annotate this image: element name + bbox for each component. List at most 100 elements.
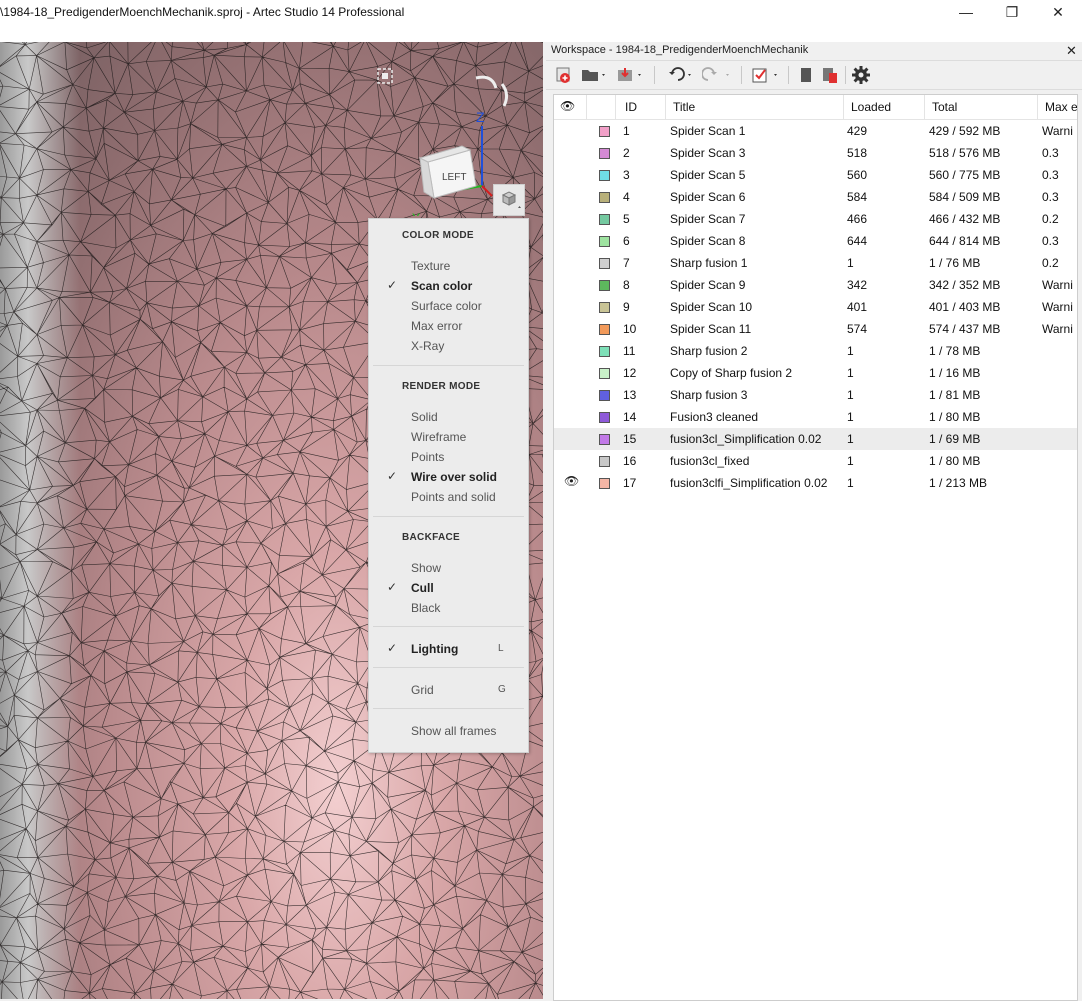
- table-row[interactable]: 6 Spider Scan 8 644 644 / 814 MB 0.3: [554, 230, 1077, 252]
- menu-item-lighting[interactable]: ✓ Lighting L: [369, 639, 528, 659]
- scans-table: 👁 ID Title Loaded Total Max e 1 Spider Sc…: [553, 94, 1078, 1001]
- menu-item-label: X-Ray: [411, 339, 445, 353]
- table-row[interactable]: 1 Spider Scan 1 429 429 / 592 MB Warni: [554, 120, 1077, 142]
- cell-loaded: 584: [847, 190, 868, 204]
- color-swatch[interactable]: [599, 302, 610, 313]
- menu-item-x-ray[interactable]: X-Ray: [369, 336, 528, 356]
- close-window-button[interactable]: ✕: [1035, 2, 1081, 24]
- cell-title: Sharp fusion 2: [670, 344, 748, 358]
- color-swatch[interactable]: [599, 126, 610, 137]
- color-swatch[interactable]: [599, 368, 610, 379]
- color-swatch[interactable]: [599, 192, 610, 203]
- axis-z-label: Z: [476, 109, 485, 125]
- menu-item-scan-color[interactable]: ✓ Scan color: [369, 276, 528, 296]
- maximize-button[interactable]: ❐: [989, 2, 1035, 24]
- table-row[interactable]: 2 Spider Scan 3 518 518 / 576 MB 0.3: [554, 142, 1077, 164]
- table-row[interactable]: 👁 17 fusion3clfi_Simplification 0.02 1 1 / 2…: [554, 472, 1077, 494]
- menu-item-solid[interactable]: Solid: [369, 407, 528, 427]
- cell-id: 15: [623, 432, 637, 446]
- menu-item-texture[interactable]: Texture: [369, 256, 528, 276]
- workspace-close-button[interactable]: ✕: [1066, 43, 1077, 59]
- table-row[interactable]: 9 Spider Scan 10 401 401 / 403 MB Warni: [554, 296, 1077, 318]
- rotate-arrows-icon[interactable]: [475, 75, 509, 107]
- column-header-title[interactable]: Title: [673, 100, 695, 114]
- color-swatch[interactable]: [599, 434, 610, 445]
- cell-id: 10: [623, 322, 637, 336]
- column-header-total[interactable]: Total: [932, 100, 957, 114]
- cube-face-label: LEFT: [442, 172, 466, 183]
- add-icon[interactable]: [555, 65, 573, 85]
- cell-max-error: 0.3: [1042, 234, 1059, 248]
- delete-icon[interactable]: [820, 65, 840, 85]
- copy-icon[interactable]: [796, 65, 816, 85]
- menu-item-points[interactable]: Points: [369, 447, 528, 467]
- color-swatch[interactable]: [599, 148, 610, 159]
- settings-gear-icon[interactable]: [851, 65, 871, 85]
- menu-item-show-all-frames[interactable]: Show all frames: [369, 721, 528, 741]
- column-header-loaded[interactable]: Loaded: [851, 100, 891, 114]
- import-icon[interactable]: [616, 65, 644, 85]
- cell-loaded: 429: [847, 124, 868, 138]
- menu-item-points-and-solid[interactable]: Points and solid: [369, 487, 528, 507]
- table-row[interactable]: 5 Spider Scan 7 466 466 / 432 MB 0.2: [554, 208, 1077, 230]
- menu-item-wireframe[interactable]: Wireframe: [369, 427, 528, 447]
- header-eye-icon[interactable]: 👁: [560, 99, 575, 113]
- menu-item-max-error[interactable]: Max error: [369, 316, 528, 336]
- table-row[interactable]: 16 fusion3cl_fixed 1 1 / 80 MB: [554, 450, 1077, 472]
- check-icon: ✓: [387, 469, 398, 483]
- column-header-id[interactable]: ID: [625, 100, 637, 114]
- table-row[interactable]: 11 Sharp fusion 2 1 1 / 78 MB: [554, 340, 1077, 362]
- cell-loaded: 560: [847, 168, 868, 182]
- color-swatch[interactable]: [599, 478, 610, 489]
- cell-total: 1 / 213 MB: [929, 476, 988, 490]
- cell-id: 13: [623, 388, 637, 402]
- color-swatch[interactable]: [599, 346, 610, 357]
- table-row[interactable]: 10 Spider Scan 11 574 574 / 437 MB Warni: [554, 318, 1077, 340]
- redo-icon[interactable]: [702, 65, 734, 85]
- cell-loaded: 342: [847, 278, 868, 292]
- table-row[interactable]: 14 Fusion3 cleaned 1 1 / 80 MB: [554, 406, 1077, 428]
- color-swatch[interactable]: [599, 170, 610, 181]
- table-row[interactable]: 4 Spider Scan 6 584 584 / 509 MB 0.3: [554, 186, 1077, 208]
- open-folder-icon[interactable]: [580, 65, 608, 85]
- visibility-eye-icon[interactable]: 👁: [564, 474, 579, 488]
- menu-item-label: Solid: [411, 410, 438, 424]
- color-swatch[interactable]: [599, 236, 610, 247]
- color-swatch[interactable]: [599, 456, 610, 467]
- cell-id: 7: [623, 256, 630, 270]
- table-row[interactable]: 13 Sharp fusion 3 1 1 / 81 MB: [554, 384, 1077, 406]
- color-swatch[interactable]: [599, 324, 610, 335]
- menu-divider: [373, 667, 524, 668]
- cell-total: 1 / 80 MB: [929, 454, 981, 468]
- color-swatch[interactable]: [599, 390, 610, 401]
- cell-max-error: Warni: [1042, 124, 1073, 138]
- menu-divider: [373, 516, 524, 517]
- menu-item-show[interactable]: Show: [369, 558, 528, 578]
- column-header-max-error[interactable]: Max e: [1045, 100, 1077, 114]
- cell-max-error: Warni: [1042, 278, 1073, 292]
- color-swatch[interactable]: [599, 258, 610, 269]
- color-swatch[interactable]: [599, 280, 610, 291]
- select-all-icon[interactable]: [750, 65, 782, 85]
- table-row[interactable]: 15 fusion3cl_Simplification 0.02 1 1 / 69 M…: [554, 428, 1077, 450]
- cell-id: 6: [623, 234, 630, 248]
- menu-item-black[interactable]: Black: [369, 598, 528, 618]
- view-options-button[interactable]: [493, 184, 525, 216]
- table-row[interactable]: 8 Spider Scan 9 342 342 / 352 MB Warni: [554, 274, 1077, 296]
- menu-item-wire-over-solid[interactable]: ✓ Wire over solid: [369, 467, 528, 487]
- cell-loaded: 574: [847, 322, 868, 336]
- menu-item-grid[interactable]: Grid G: [369, 680, 528, 700]
- fit-view-icon[interactable]: [377, 68, 393, 84]
- view-options-menu: COLOR MODE Texture ✓ Scan color Surface c…: [368, 218, 529, 753]
- menu-item-surface-color[interactable]: Surface color: [369, 296, 528, 316]
- cell-max-error: 0.3: [1042, 168, 1059, 182]
- undo-icon[interactable]: [664, 65, 696, 85]
- color-swatch[interactable]: [599, 214, 610, 225]
- minimize-button[interactable]: —: [943, 2, 989, 24]
- view-cube[interactable]: LEFT: [418, 145, 477, 199]
- menu-item-cull[interactable]: ✓ Cull: [369, 578, 528, 598]
- table-row[interactable]: 3 Spider Scan 5 560 560 / 775 MB 0.3: [554, 164, 1077, 186]
- table-row[interactable]: 7 Sharp fusion 1 1 1 / 76 MB 0.2: [554, 252, 1077, 274]
- color-swatch[interactable]: [599, 412, 610, 423]
- table-row[interactable]: 12 Copy of Sharp fusion 2 1 1 / 16 MB: [554, 362, 1077, 384]
